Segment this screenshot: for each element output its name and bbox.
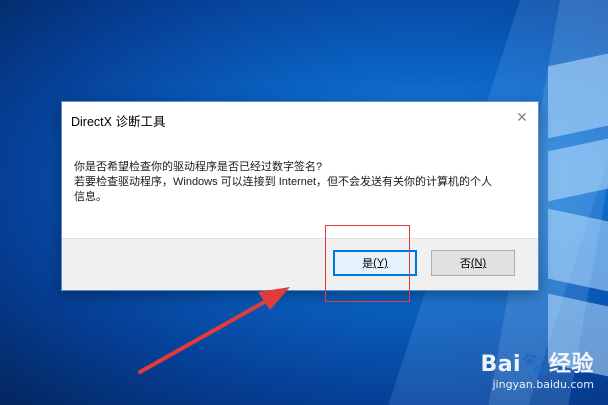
annotation-arrow-icon — [138, 287, 290, 374]
watermark-logo: Bai🐾经验 — [480, 352, 594, 377]
baidu-jingyan-watermark: Bai🐾经验 jingyan.baidu.com — [480, 346, 594, 391]
watermark-site: jingyan.baidu.com — [492, 378, 594, 391]
